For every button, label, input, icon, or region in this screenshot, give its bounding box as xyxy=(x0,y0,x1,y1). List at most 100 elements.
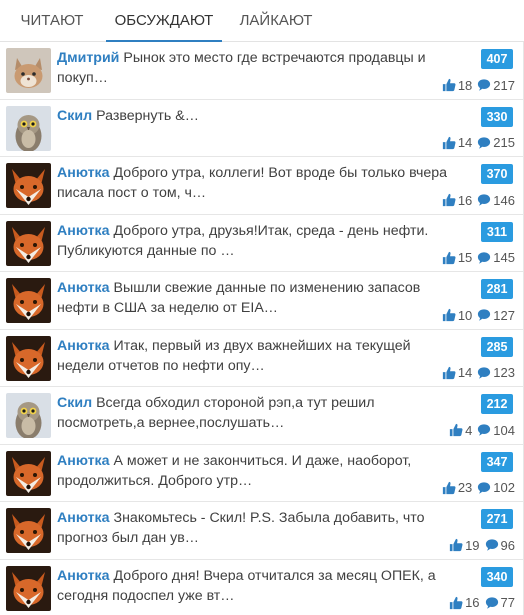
fox-avatar-icon xyxy=(6,508,51,553)
comment-count-badge[interactable]: 281 xyxy=(481,279,513,299)
post-title[interactable]: Анютка Доброго утра, друзья!Итак, среда -… xyxy=(57,221,457,261)
view-count: 146 xyxy=(493,192,515,208)
fox-avatar-icon xyxy=(6,278,51,323)
author-name[interactable]: Анютка xyxy=(57,510,110,526)
post-title[interactable]: Анютка Итак, первый из двух важнейших на … xyxy=(57,336,457,376)
view-count: 96 xyxy=(500,537,515,553)
post-snippet[interactable]: Итак, первый из двух важнейших на текуще… xyxy=(57,338,411,374)
comment-bubble-icon xyxy=(485,538,499,552)
comment-count-badge[interactable]: 330 xyxy=(481,106,513,127)
author-name[interactable]: Анютка xyxy=(57,223,110,239)
author-name[interactable]: Дмитрий xyxy=(57,50,119,66)
post-title[interactable]: Анютка А может и не закончиться. И даже, … xyxy=(57,451,457,491)
fox-avatar-icon xyxy=(6,451,51,496)
tab-reading[interactable]: ЧИТАЮТ xyxy=(0,0,104,42)
comment-count-badge[interactable]: 340 xyxy=(481,566,513,587)
tab-discussing[interactable]: ОБСУЖДАЮТ xyxy=(106,0,222,42)
like-count: 4 xyxy=(465,422,473,438)
avatar[interactable] xyxy=(6,106,51,151)
avatar[interactable] xyxy=(6,393,51,438)
avatar[interactable] xyxy=(6,278,51,323)
view-count: 123 xyxy=(493,365,515,380)
post-snippet[interactable]: Доброго утра, коллеги! Вот вроде бы толь… xyxy=(57,165,447,201)
post-stats: 16 146 xyxy=(442,191,515,209)
avatar[interactable] xyxy=(6,566,51,611)
thumbs-up-icon xyxy=(442,136,456,150)
author-name[interactable]: Скил xyxy=(57,395,92,411)
comment-count-badge[interactable]: 285 xyxy=(481,336,513,357)
comment-bubble-icon xyxy=(477,136,491,150)
list-item[interactable]: Скил Развернуть &… 330 14 215 xyxy=(0,99,524,157)
post-stats: 14 123 xyxy=(442,364,515,382)
comment-count-badge[interactable]: 212 xyxy=(481,394,513,414)
like-count: 19 xyxy=(465,537,480,553)
list-item[interactable]: Анютка Вышли свежие данные по изменению з… xyxy=(0,272,524,330)
list-item[interactable]: Анютка Итак, первый из двух важнейших на … xyxy=(0,329,524,387)
author-name[interactable]: Анютка xyxy=(57,165,110,181)
like-count: 18 xyxy=(457,77,473,93)
like-count: 14 xyxy=(457,365,473,380)
author-name[interactable]: Анютка xyxy=(57,280,110,296)
view-count: 215 xyxy=(493,135,515,150)
comment-count-badge[interactable]: 271 xyxy=(481,509,513,529)
post-snippet[interactable]: Знакомьтесь - Скил! P.S. Забыла добавить… xyxy=(57,510,425,546)
list-item[interactable]: Скил Всегда обходил стороной рэп,а тут ре… xyxy=(0,387,524,445)
post-title[interactable]: Скил Развернуть &… xyxy=(57,106,457,126)
avatar[interactable] xyxy=(6,508,51,553)
fox-avatar-icon xyxy=(6,336,51,381)
thumbs-up-icon xyxy=(449,538,463,552)
tab-bar: ЧИТАЮТ ОБСУЖДАЮТ ЛАЙКАЮТ xyxy=(0,0,524,42)
view-count: 127 xyxy=(493,307,515,323)
comment-bubble-icon xyxy=(477,251,491,265)
comment-bubble-icon xyxy=(477,366,491,380)
list-item[interactable]: Анютка А может и не закончиться. И даже, … xyxy=(0,444,524,502)
comment-count-badge[interactable]: 370 xyxy=(481,164,513,184)
comment-count-badge[interactable]: 311 xyxy=(481,221,513,242)
list-item[interactable]: Анютка Доброго утра, друзья!Итак, среда -… xyxy=(0,214,524,272)
comment-bubble-icon xyxy=(477,308,491,322)
post-snippet[interactable]: Всегда обходил стороной рэп,а тут решил … xyxy=(57,395,375,431)
like-count: 14 xyxy=(457,135,473,150)
avatar[interactable] xyxy=(6,336,51,381)
thumbs-up-icon xyxy=(442,251,456,265)
post-stats: 4 104 xyxy=(449,421,515,439)
post-stats: 19 96 xyxy=(449,536,515,554)
comment-count-badge[interactable]: 347 xyxy=(481,451,513,472)
comment-count-badge[interactable]: 407 xyxy=(481,49,513,69)
post-stats: 18 217 xyxy=(442,76,515,94)
like-count: 10 xyxy=(457,307,473,323)
list-item[interactable]: Анютка Доброго утра, коллеги! Вот вроде б… xyxy=(0,157,524,215)
comment-bubble-icon xyxy=(477,78,491,92)
post-title[interactable]: Анютка Знакомьтесь - Скил! P.S. Забыла до… xyxy=(57,508,457,548)
author-name[interactable]: Анютка xyxy=(57,453,110,469)
avatar[interactable] xyxy=(6,221,51,266)
avatar[interactable] xyxy=(6,451,51,496)
author-name[interactable]: Анютка xyxy=(57,338,110,354)
post-stats: 14 215 xyxy=(442,134,515,152)
post-snippet[interactable]: А может и не закончиться. И даже, наобор… xyxy=(57,453,411,489)
cat-avatar-icon xyxy=(6,48,51,93)
tab-liked[interactable]: ЛАЙКАЮТ xyxy=(226,0,326,42)
author-name[interactable]: Анютка xyxy=(57,568,110,584)
avatar[interactable] xyxy=(6,163,51,208)
list-item[interactable]: Дмитрий Рынок это место где встречаются п… xyxy=(0,42,524,100)
list-item[interactable]: Анютка Доброго дня! Вчера отчитался за ме… xyxy=(0,559,524,615)
post-snippet[interactable]: Развернуть &… xyxy=(96,108,199,124)
post-snippet[interactable]: Вышли свежие данные по изменению запасов… xyxy=(57,280,420,316)
list-item[interactable]: Анютка Знакомьтесь - Скил! P.S. Забыла до… xyxy=(0,502,524,560)
thumbs-up-icon xyxy=(442,366,456,380)
post-title[interactable]: Анютка Вышли свежие данные по изменению з… xyxy=(57,278,457,318)
author-name[interactable]: Скил xyxy=(57,108,92,124)
post-title[interactable]: Анютка Доброго дня! Вчера отчитался за ме… xyxy=(57,566,457,606)
like-count: 16 xyxy=(465,595,480,610)
post-title[interactable]: Анютка Доброго утра, коллеги! Вот вроде б… xyxy=(57,163,457,203)
thumbs-up-icon xyxy=(449,596,463,610)
post-snippet[interactable]: Доброго утра, друзья!Итак, среда - день … xyxy=(57,223,428,259)
fox-avatar-icon xyxy=(6,163,51,208)
post-title[interactable]: Дмитрий Рынок это место где встречаются п… xyxy=(57,48,457,88)
avatar[interactable] xyxy=(6,48,51,93)
post-stats: 23 102 xyxy=(442,479,515,497)
post-snippet[interactable]: Доброго дня! Вчера отчитался за месяц ОП… xyxy=(57,568,436,604)
post-title[interactable]: Скил Всегда обходил стороной рэп,а тут ре… xyxy=(57,393,457,433)
fox-avatar-icon xyxy=(6,221,51,266)
